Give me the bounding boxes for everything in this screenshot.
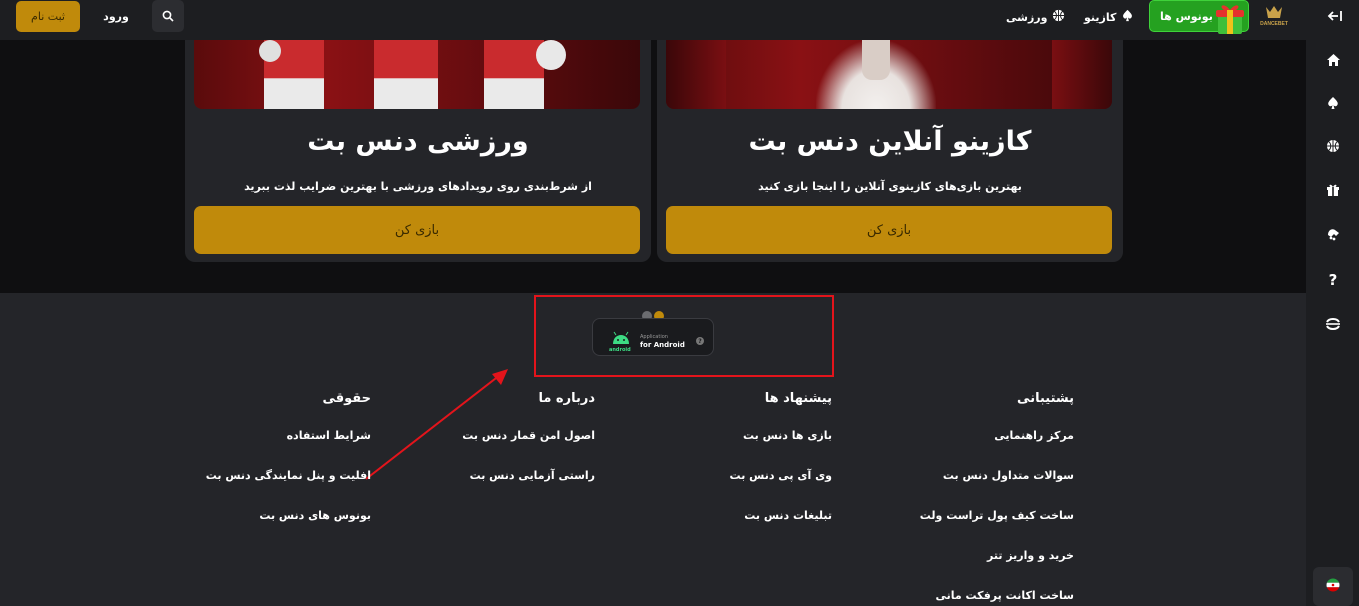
sidebar-sports[interactable] bbox=[1322, 136, 1344, 158]
nav-sports-label: ورزشی bbox=[1006, 10, 1048, 24]
iran-flag-icon bbox=[1326, 577, 1340, 596]
search-icon bbox=[162, 7, 174, 26]
question-icon: ? bbox=[1328, 271, 1338, 289]
nav-casino-label: کازینو bbox=[1084, 10, 1117, 24]
footer-support-title: پشتیبانی bbox=[1017, 391, 1074, 406]
annotation-arrow bbox=[365, 369, 508, 480]
footer-link[interactable]: خرید و واریز تتر bbox=[987, 549, 1074, 562]
dancebet-logo[interactable]: DANCEBET bbox=[1256, 4, 1292, 32]
casino-card: کازینو آنلاین دنس بت بهترین بازی‌های کاز… bbox=[657, 40, 1123, 262]
footer-link[interactable]: تبلیغات دنس بت bbox=[744, 509, 832, 522]
language-button[interactable] bbox=[1313, 567, 1353, 606]
sidebar-bonus[interactable] bbox=[1322, 180, 1344, 202]
collapse-sidebar-button[interactable] bbox=[1324, 6, 1346, 28]
footer-link[interactable]: وی آی پی دنس بت bbox=[730, 469, 832, 482]
app-small-text: Application bbox=[640, 334, 668, 340]
sidebar-home[interactable] bbox=[1322, 50, 1344, 72]
footer-link[interactable]: بونوس های دنس بت bbox=[259, 509, 371, 522]
footer-link[interactable]: ساخت کیف پول تراست ولت bbox=[920, 509, 1074, 522]
login-button[interactable]: ورود bbox=[92, 1, 140, 32]
spade-icon bbox=[1121, 9, 1134, 25]
gift-icon bbox=[1212, 2, 1248, 36]
sports-card: ورزشی دنس بت از شرط‌بندی روی رویدادهای و… bbox=[185, 40, 651, 262]
sidebar-help[interactable]: ? bbox=[1322, 269, 1344, 291]
exchange-icon bbox=[1325, 315, 1341, 334]
home-icon bbox=[1326, 52, 1341, 71]
basketball-icon bbox=[1052, 9, 1065, 25]
footer-link[interactable]: بازی ها دنس بت bbox=[743, 429, 832, 442]
casino-banner-image bbox=[666, 40, 1112, 109]
sidebar: ? bbox=[1306, 40, 1359, 606]
casino-card-title: کازینو آنلاین دنس بت bbox=[748, 126, 1032, 157]
basketball-icon bbox=[1326, 138, 1340, 157]
footer-link[interactable]: افلیت و پنل نمایندگی دنس بت bbox=[206, 469, 371, 482]
sports-card-title: ورزشی دنس بت bbox=[307, 126, 529, 157]
handshake-icon bbox=[1326, 226, 1341, 245]
arrow-left-bar-icon bbox=[1327, 8, 1343, 27]
sports-play-button[interactable]: بازی کن bbox=[194, 206, 640, 254]
casino-card-description: بهترین بازی‌های کازینوی آنلاین را اینجا … bbox=[758, 180, 1022, 193]
app-big-text: for Android bbox=[640, 341, 685, 349]
footer-offers-title: پیشنهاد ها bbox=[764, 391, 832, 406]
android-app-badge[interactable]: android Application for Android ? bbox=[592, 318, 714, 356]
hero-section: کازینو آنلاین دنس بت بهترین بازی‌های کاز… bbox=[0, 40, 1306, 321]
spade-icon bbox=[1326, 95, 1340, 114]
footer-link[interactable]: اصول امن قمار دنس بت bbox=[462, 429, 595, 442]
sports-card-description: از شرط‌بندی روی رویدادهای ورزشی با بهتری… bbox=[244, 180, 592, 193]
sports-banner-image bbox=[194, 40, 640, 109]
footer-about-title: درباره ما bbox=[538, 391, 595, 406]
footer-link[interactable]: راستی آزمایی دنس بت bbox=[470, 469, 595, 482]
sidebar-exchange[interactable] bbox=[1322, 313, 1344, 335]
nav-casino[interactable]: کازینو bbox=[1084, 6, 1134, 28]
bonus-label: بونوس ها bbox=[1160, 9, 1213, 23]
gift-icon bbox=[1326, 182, 1340, 201]
help-icon: ? bbox=[696, 337, 704, 345]
android-os-label: android bbox=[609, 347, 631, 353]
search-button[interactable] bbox=[152, 0, 184, 32]
nav-sports[interactable]: ورزشی bbox=[1006, 6, 1065, 28]
footer-legal-title: حقوقی bbox=[322, 391, 371, 406]
sidebar-affiliate[interactable] bbox=[1322, 224, 1344, 246]
top-bar: ثبت نام ورود ورزشی کازینو بونوس ها DANCE… bbox=[0, 0, 1359, 40]
sidebar-casino[interactable] bbox=[1322, 93, 1344, 115]
casino-play-button[interactable]: بازی کن bbox=[666, 206, 1112, 254]
footer-link[interactable]: مرکز راهنمایی bbox=[994, 429, 1074, 442]
footer-link[interactable]: شرایط استفاده bbox=[287, 429, 371, 442]
footer-link[interactable]: ساخت اکانت پرفکت مانی bbox=[936, 589, 1075, 602]
register-button[interactable]: ثبت نام bbox=[16, 1, 80, 32]
svg-text:DANCEBET: DANCEBET bbox=[1260, 21, 1288, 27]
footer-link[interactable]: سوالات متداول دنس بت bbox=[943, 469, 1074, 482]
